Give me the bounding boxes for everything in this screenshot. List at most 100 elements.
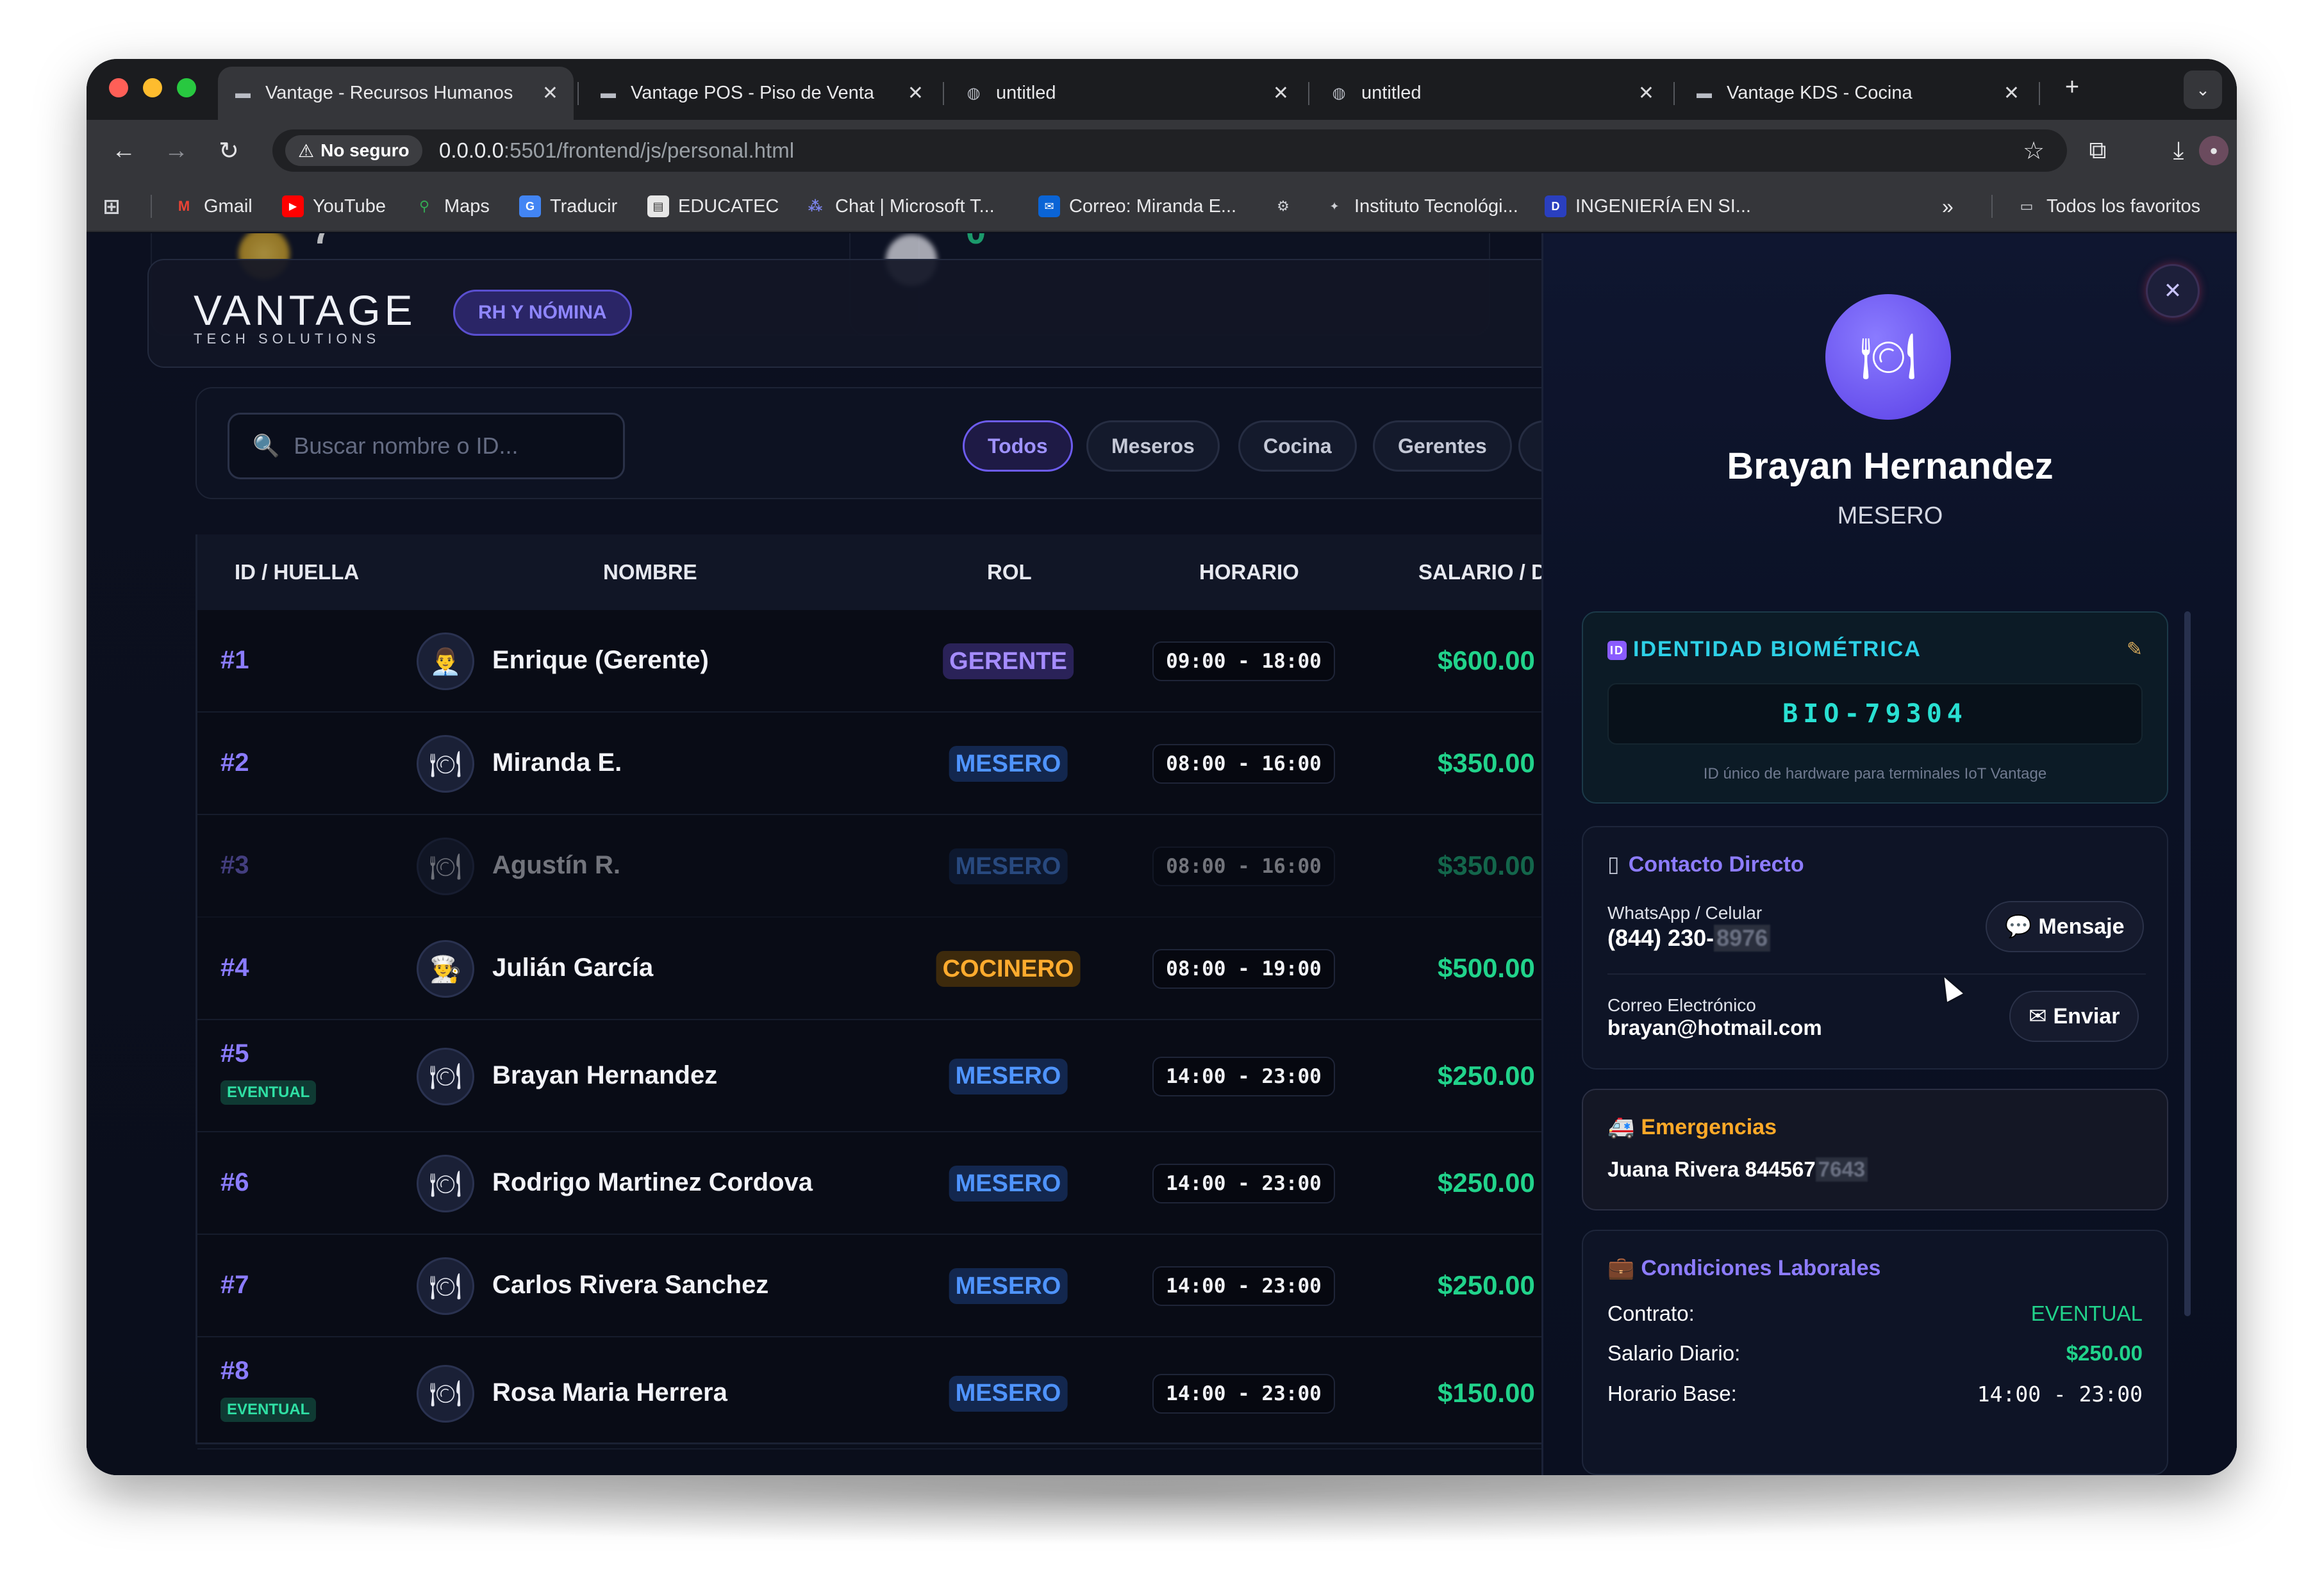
reload-icon[interactable]: ↻ xyxy=(211,133,247,169)
base-schedule-value: 14:00 - 23:00 xyxy=(1977,1382,2143,1407)
employee-row-avatar: 🍽 xyxy=(417,1364,474,1423)
search-input[interactable]: 🔍 Buscar nombre o ID... xyxy=(228,413,625,479)
employee-role: MESERO xyxy=(1837,502,1943,529)
role-badge: MESERO xyxy=(949,848,1068,884)
tab-untitled-2[interactable]: ◍ untitled ✕ xyxy=(1314,67,1670,120)
send-email-button[interactable]: ✉ Enviar xyxy=(2009,991,2139,1042)
close-tab-icon[interactable]: ✕ xyxy=(2004,82,2020,104)
row-id: #3 xyxy=(220,851,249,879)
browser-toolbar: ← → ↻ ⚠ No seguro 0.0.0.0:5501/frontend/… xyxy=(87,120,2237,181)
profile-avatar[interactable]: ● xyxy=(2199,136,2229,165)
bookmark-ingenieria[interactable]: D INGENIERÍA EN SI... xyxy=(1545,194,1751,219)
folder-icon: ▭ xyxy=(2020,198,2034,214)
panel-scroll-thumb[interactable] xyxy=(2184,611,2191,1316)
close-panel-button[interactable]: ✕ xyxy=(2146,264,2200,318)
filter-chip-gerentes[interactable]: Gerentes xyxy=(1373,420,1512,472)
row-id: #6 xyxy=(220,1168,249,1196)
url-text: 0.0.0.0:5501/frontend/js/personal.html xyxy=(439,138,795,162)
bookmark-traducir[interactable]: G Traducir xyxy=(519,194,617,219)
row-salary: $350.00 xyxy=(1438,850,1535,880)
column-header-horario: HORARIO xyxy=(1199,560,1299,584)
contract-value: EVENTUAL xyxy=(2030,1301,2143,1325)
row-id: #1 xyxy=(220,646,249,674)
schedule-chip: 08:00 - 19:00 xyxy=(1152,949,1335,989)
address-bar[interactable]: ⚠ No seguro 0.0.0.0:5501/frontend/js/per… xyxy=(272,129,2067,172)
bookmark-settings[interactable]: ⚙ xyxy=(1272,194,1303,219)
employee-row-avatar: 🍽 xyxy=(417,1047,474,1105)
tab-strip: ▬ Vantage - Recursos Humanos ✕ ▬ Vantage… xyxy=(87,59,2237,120)
bookmark-gmail[interactable]: M Gmail xyxy=(173,194,253,219)
tab-title: untitled xyxy=(996,83,1056,103)
table-row[interactable]: #8 EVENTUAL 🍽 Rosa Maria Herrera MESERO 14:00… xyxy=(197,1337,1606,1450)
row-name: Rosa Maria Herrera xyxy=(492,1378,727,1407)
row-id: #2 xyxy=(220,748,249,777)
row-id: #7 xyxy=(220,1271,249,1299)
message-button[interactable]: 💬 Mensaje xyxy=(1986,901,2144,952)
new-tab-icon[interactable]: + xyxy=(2054,69,2090,105)
table-row[interactable]: #2 🍽 Miranda E. MESERO 08:00 - 16:00 $350.00 xyxy=(197,713,1606,815)
minimize-window-button[interactable] xyxy=(143,78,162,97)
employee-row-avatar: 🍽 xyxy=(417,1257,474,1315)
close-window-button[interactable] xyxy=(109,78,128,97)
table-row[interactable]: #7 🍽 Carlos Rivera Sanchez MESERO 14:00 - 23… xyxy=(197,1235,1606,1337)
role-badge: GERENTE xyxy=(943,643,1074,679)
base-schedule-label: Horario Base: xyxy=(1607,1382,1737,1405)
table-row[interactable]: #6 🍽 Rodrigo Martinez Cordova MESERO 14:00 -… xyxy=(197,1132,1606,1235)
employee-row-avatar: 🍽 xyxy=(417,838,474,895)
more-bookmarks-icon[interactable]: » xyxy=(1942,194,1954,219)
column-header-id: ID / HUELLA xyxy=(235,560,360,584)
row-salary: $600.00 xyxy=(1438,645,1535,675)
table-row[interactable]: #1 👨‍💼 Enrique (Gerente) GERENTE 09:00 - 18:… xyxy=(197,610,1606,713)
fingerprint-edit-icon[interactable]: ✎ xyxy=(2127,638,2143,661)
row-salary: $250.00 xyxy=(1438,1270,1535,1300)
briefcase-icon: 💼 xyxy=(1607,1256,1635,1280)
stat-total-value: 7 xyxy=(312,233,332,252)
work-conditions-card: 💼 Condiciones Laborales Contrato: EVENTUA… xyxy=(1582,1230,2168,1475)
table-row[interactable]: #3 🍽 Agustín R. MESERO 08:00 - 16:00 $350.00 xyxy=(197,815,1606,918)
close-tab-icon[interactable]: ✕ xyxy=(1273,82,1289,104)
ingenieria-icon: D xyxy=(1545,195,1566,217)
security-indicator[interactable]: ⚠ No seguro xyxy=(285,135,422,166)
tab-search-icon[interactable]: ⌄ xyxy=(2184,70,2222,109)
close-tab-icon[interactable]: ✕ xyxy=(542,82,558,104)
filter-chip-cocina[interactable]: Cocina xyxy=(1238,420,1357,472)
bookmark-star-icon[interactable]: ☆ xyxy=(2016,133,2052,169)
emergency-contact-value: Juana Rivera 844567 7643 xyxy=(1607,1157,1868,1182)
contact-title: ▯ Contacto Directo xyxy=(1607,852,1804,877)
filter-chip-meseros[interactable]: Meseros xyxy=(1086,420,1220,472)
tab-title: Vantage POS - Piso de Venta xyxy=(631,83,874,103)
filter-toolbar: 🔍 Buscar nombre o ID... Todos Meseros Co… xyxy=(195,387,1652,499)
tab-pos[interactable]: ▬ Vantage POS - Piso de Venta ✕ xyxy=(583,67,939,120)
schedule-chip: 08:00 - 16:00 xyxy=(1152,744,1335,784)
instituto-icon: ✦ xyxy=(1329,199,1340,213)
tab-kds[interactable]: ▬ Vantage KDS - Cocina ✕ xyxy=(1679,67,2035,120)
extensions-icon[interactable]: ⧉ xyxy=(2080,133,2116,169)
bookmark-maps[interactable]: ⚲ Maps xyxy=(413,194,490,219)
maximize-window-button[interactable] xyxy=(177,78,196,97)
employee-row-avatar: 🍽 xyxy=(417,735,474,793)
bookmark-youtube[interactable]: ▶ YouTube xyxy=(282,194,386,219)
tab-untitled-1[interactable]: ◍ untitled ✕ xyxy=(949,67,1304,120)
table-header: ID / HUELLA NOMBRE ROL HORARIO SALARIO /… xyxy=(197,534,1606,610)
role-badge: COCINERO xyxy=(936,951,1081,987)
bookmark-educatec[interactable]: ▤ EDUCATEC xyxy=(647,194,779,219)
tab-recursos-humanos[interactable]: ▬ Vantage - Recursos Humanos ✕ xyxy=(218,67,574,120)
table-row[interactable]: #5 EVENTUAL 🍽 Brayan Hernandez MESERO 14:00 -… xyxy=(197,1020,1606,1132)
panel-scrollbar[interactable] xyxy=(2184,611,2191,1316)
apps-icon[interactable]: ⊞ xyxy=(101,194,131,219)
row-id: #5 xyxy=(220,1039,249,1068)
close-tab-icon[interactable]: ✕ xyxy=(908,82,924,104)
download-icon[interactable]: ⤓ xyxy=(2161,133,2196,169)
filter-chip-todos[interactable]: Todos xyxy=(963,420,1073,472)
all-bookmarks-folder[interactable]: ▭ Todos los favoritos xyxy=(2016,194,2201,219)
eventual-badge: EVENTUAL xyxy=(220,1397,317,1422)
bookmark-correo[interactable]: ✉ Correo: Miranda E... xyxy=(1038,194,1236,219)
app-header: VANTAGE TECH SOLUTIONS RH Y NÓMINA xyxy=(147,259,1557,368)
close-tab-icon[interactable]: ✕ xyxy=(1638,82,1654,104)
back-icon[interactable]: ← xyxy=(106,133,142,169)
bookmark-teams[interactable]: ⁂ Chat | Microsoft T... xyxy=(804,194,995,219)
schedule-chip: 09:00 - 18:00 xyxy=(1152,641,1335,681)
table-row[interactable]: #4 👨‍🍳 Julián García COCINERO 08:00 - 19:00 $… xyxy=(197,918,1606,1020)
bookmark-instituto[interactable]: ✦ Instituto Tecnológi... xyxy=(1324,194,1518,219)
forward-icon[interactable]: → xyxy=(158,133,194,169)
